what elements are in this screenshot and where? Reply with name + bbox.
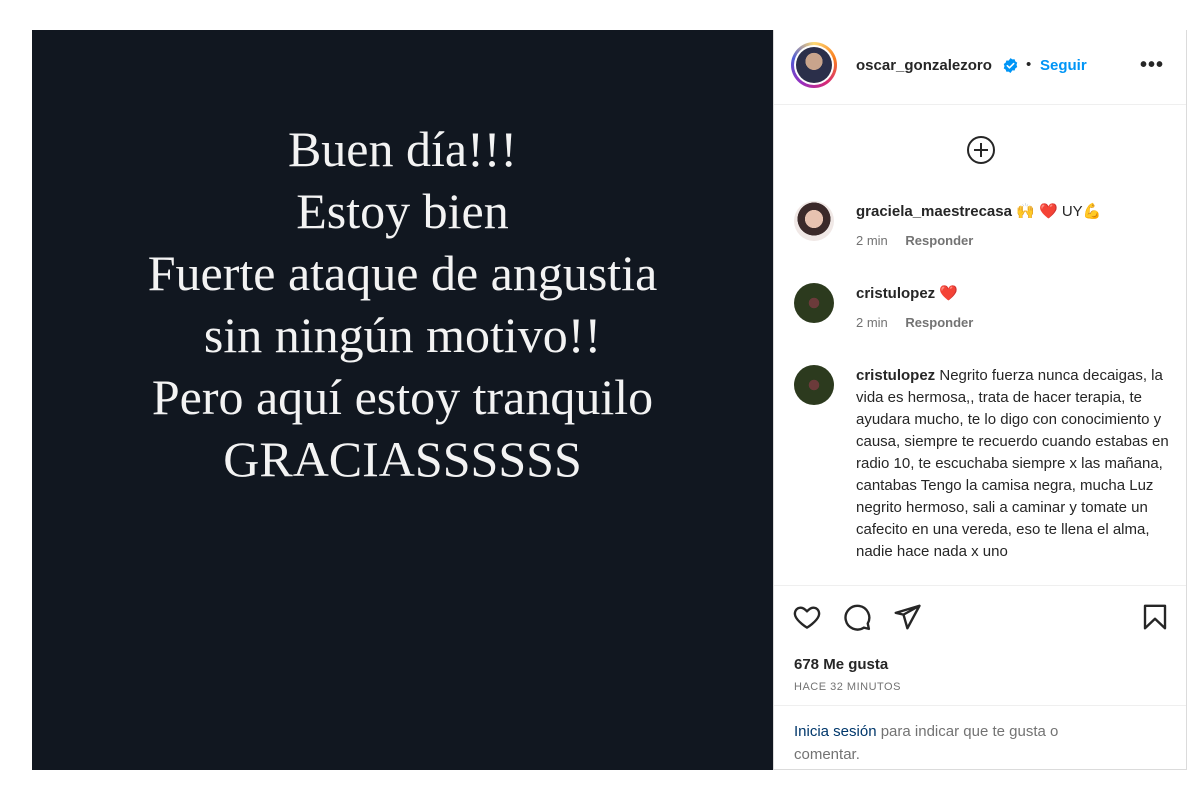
reply-button[interactable]: Responder <box>905 233 973 248</box>
comment-username[interactable]: cristulopez <box>856 367 935 384</box>
avatar-border <box>794 45 834 85</box>
comment-username[interactable]: graciela_maestrecasa <box>856 203 1012 220</box>
post-header: oscar_gonzalezoro • Seguir ••• <box>774 30 1186 105</box>
author-avatar[interactable] <box>791 42 837 88</box>
login-prompt: Inicia sesión para indicar que te gusta … <box>774 705 1186 771</box>
comment-time: 2 min <box>856 315 888 330</box>
heart-icon[interactable] <box>792 602 822 632</box>
comment-body: cristulopez ❤️ <box>856 283 1174 305</box>
post-image-text: Buen día!!! Estoy bien Fuerte ataque de … <box>148 118 658 490</box>
post-line: Pero aquí estoy tranquilo <box>151 369 654 425</box>
login-text: Inicia sesión para indicar que te gusta … <box>794 720 1124 766</box>
post-line: sin ningún motivo!! <box>203 307 602 363</box>
author-username[interactable]: oscar_gonzalezoro <box>856 57 992 74</box>
post-line: Fuerte ataque de angustia <box>147 245 658 301</box>
action-bar <box>774 585 1186 646</box>
load-more-comments-icon[interactable] <box>966 135 996 165</box>
post-frame: Buen día!!! Estoy bien Fuerte ataque de … <box>32 30 1188 770</box>
post-sidebar: oscar_gonzalezoro • Seguir ••• graciela_… <box>773 30 1187 770</box>
comment-username[interactable]: cristulopez <box>856 285 935 302</box>
comment-meta: 2 min Responder <box>856 315 987 330</box>
avatar-image <box>796 47 832 83</box>
commenter-avatar[interactable] <box>794 365 834 405</box>
post-media[interactable]: Buen día!!! Estoy bien Fuerte ataque de … <box>32 30 773 770</box>
post-time: HACE 32 MINUTOS <box>794 681 901 693</box>
more-options-button[interactable]: ••• <box>1140 54 1164 77</box>
comments-list[interactable]: graciela_maestrecasa 🙌 ❤️ UY💪 2 min Resp… <box>774 105 1186 585</box>
share-icon[interactable] <box>892 602 922 632</box>
login-link[interactable]: Inicia sesión <box>794 723 877 740</box>
comment-body: cristulopez Negrito fuerza nunca decaiga… <box>856 365 1174 563</box>
comment-body: graciela_maestrecasa 🙌 ❤️ UY💪 <box>856 201 1174 223</box>
commenter-avatar[interactable] <box>794 283 834 323</box>
header-separator: • <box>1026 56 1032 73</box>
comment-time: 2 min <box>856 233 888 248</box>
verified-badge-icon <box>1003 58 1018 73</box>
likes-count[interactable]: 678 Me gusta <box>794 656 888 673</box>
comment-meta: 2 min Responder <box>856 233 987 248</box>
comment-text: 🙌 ❤️ UY💪 <box>1016 203 1102 220</box>
comment-text: Negrito fuerza nunca decaigas, la vida e… <box>856 367 1169 560</box>
commenter-avatar[interactable] <box>794 201 834 241</box>
bookmark-icon[interactable] <box>1140 602 1170 632</box>
comment-text: ❤️ <box>939 285 959 302</box>
comment-icon[interactable] <box>842 602 872 632</box>
follow-button[interactable]: Seguir <box>1040 57 1087 74</box>
post-line: Estoy bien <box>296 183 509 239</box>
reply-button[interactable]: Responder <box>905 315 973 330</box>
post-line: Buen día!!! <box>287 121 518 177</box>
post-line: GRACIASSSSSS <box>223 431 582 487</box>
